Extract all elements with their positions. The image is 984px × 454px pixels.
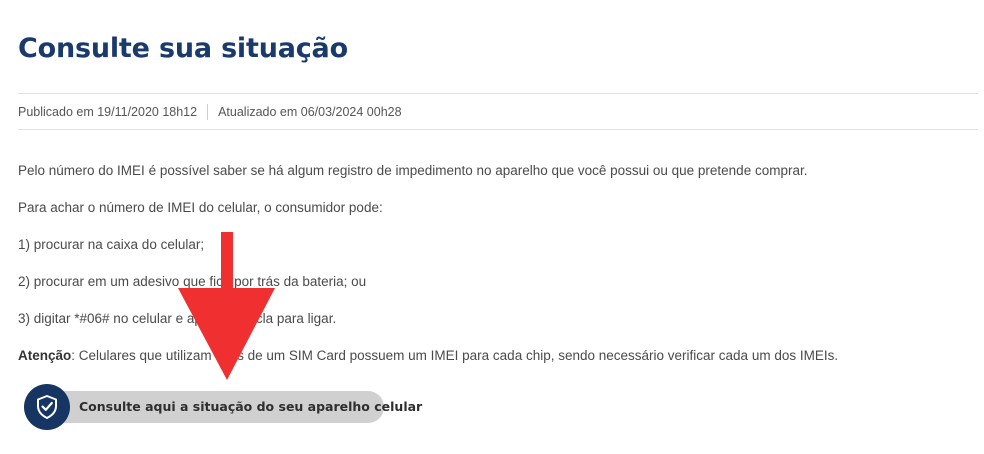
instructions-paragraph: Para achar o número de IMEI do celular, … (18, 200, 383, 215)
shield-check-icon (37, 395, 57, 419)
published-date: Publicado em 19/11/2020 18h12 (18, 105, 198, 119)
divider (18, 129, 978, 130)
divider (18, 93, 978, 94)
attention-paragraph: Atenção: Celulares que utilizam mais de … (18, 347, 958, 384)
attention-label: Atenção (18, 348, 72, 363)
check-device-label: Consulte aqui a situação do seu aparelho… (79, 399, 423, 414)
check-device-button[interactable]: Consulte aqui a situação do seu aparelho… (24, 384, 422, 430)
step-item: 3) digitar *#06# no celular e apertar a … (18, 311, 337, 326)
intro-paragraph: Pelo número do IMEI é possível saber se … (18, 163, 808, 178)
page-title: Consulte sua situação (18, 33, 348, 64)
button-icon-circle (24, 384, 70, 430)
article-body: Pelo número do IMEI é possível saber se … (18, 162, 958, 384)
meta-separator (207, 104, 209, 120)
attention-text: : Celulares que utilizam mais de um SIM … (71, 348, 839, 363)
updated-date: Atualizado em 06/03/2024 00h28 (218, 105, 402, 119)
step-item: 1) procurar na caixa do celular; (18, 237, 205, 252)
step-item: 2) procurar em um adesivo que fica por t… (18, 274, 367, 289)
publication-meta: Publicado em 19/11/2020 18h12 Atualizado… (18, 104, 402, 120)
